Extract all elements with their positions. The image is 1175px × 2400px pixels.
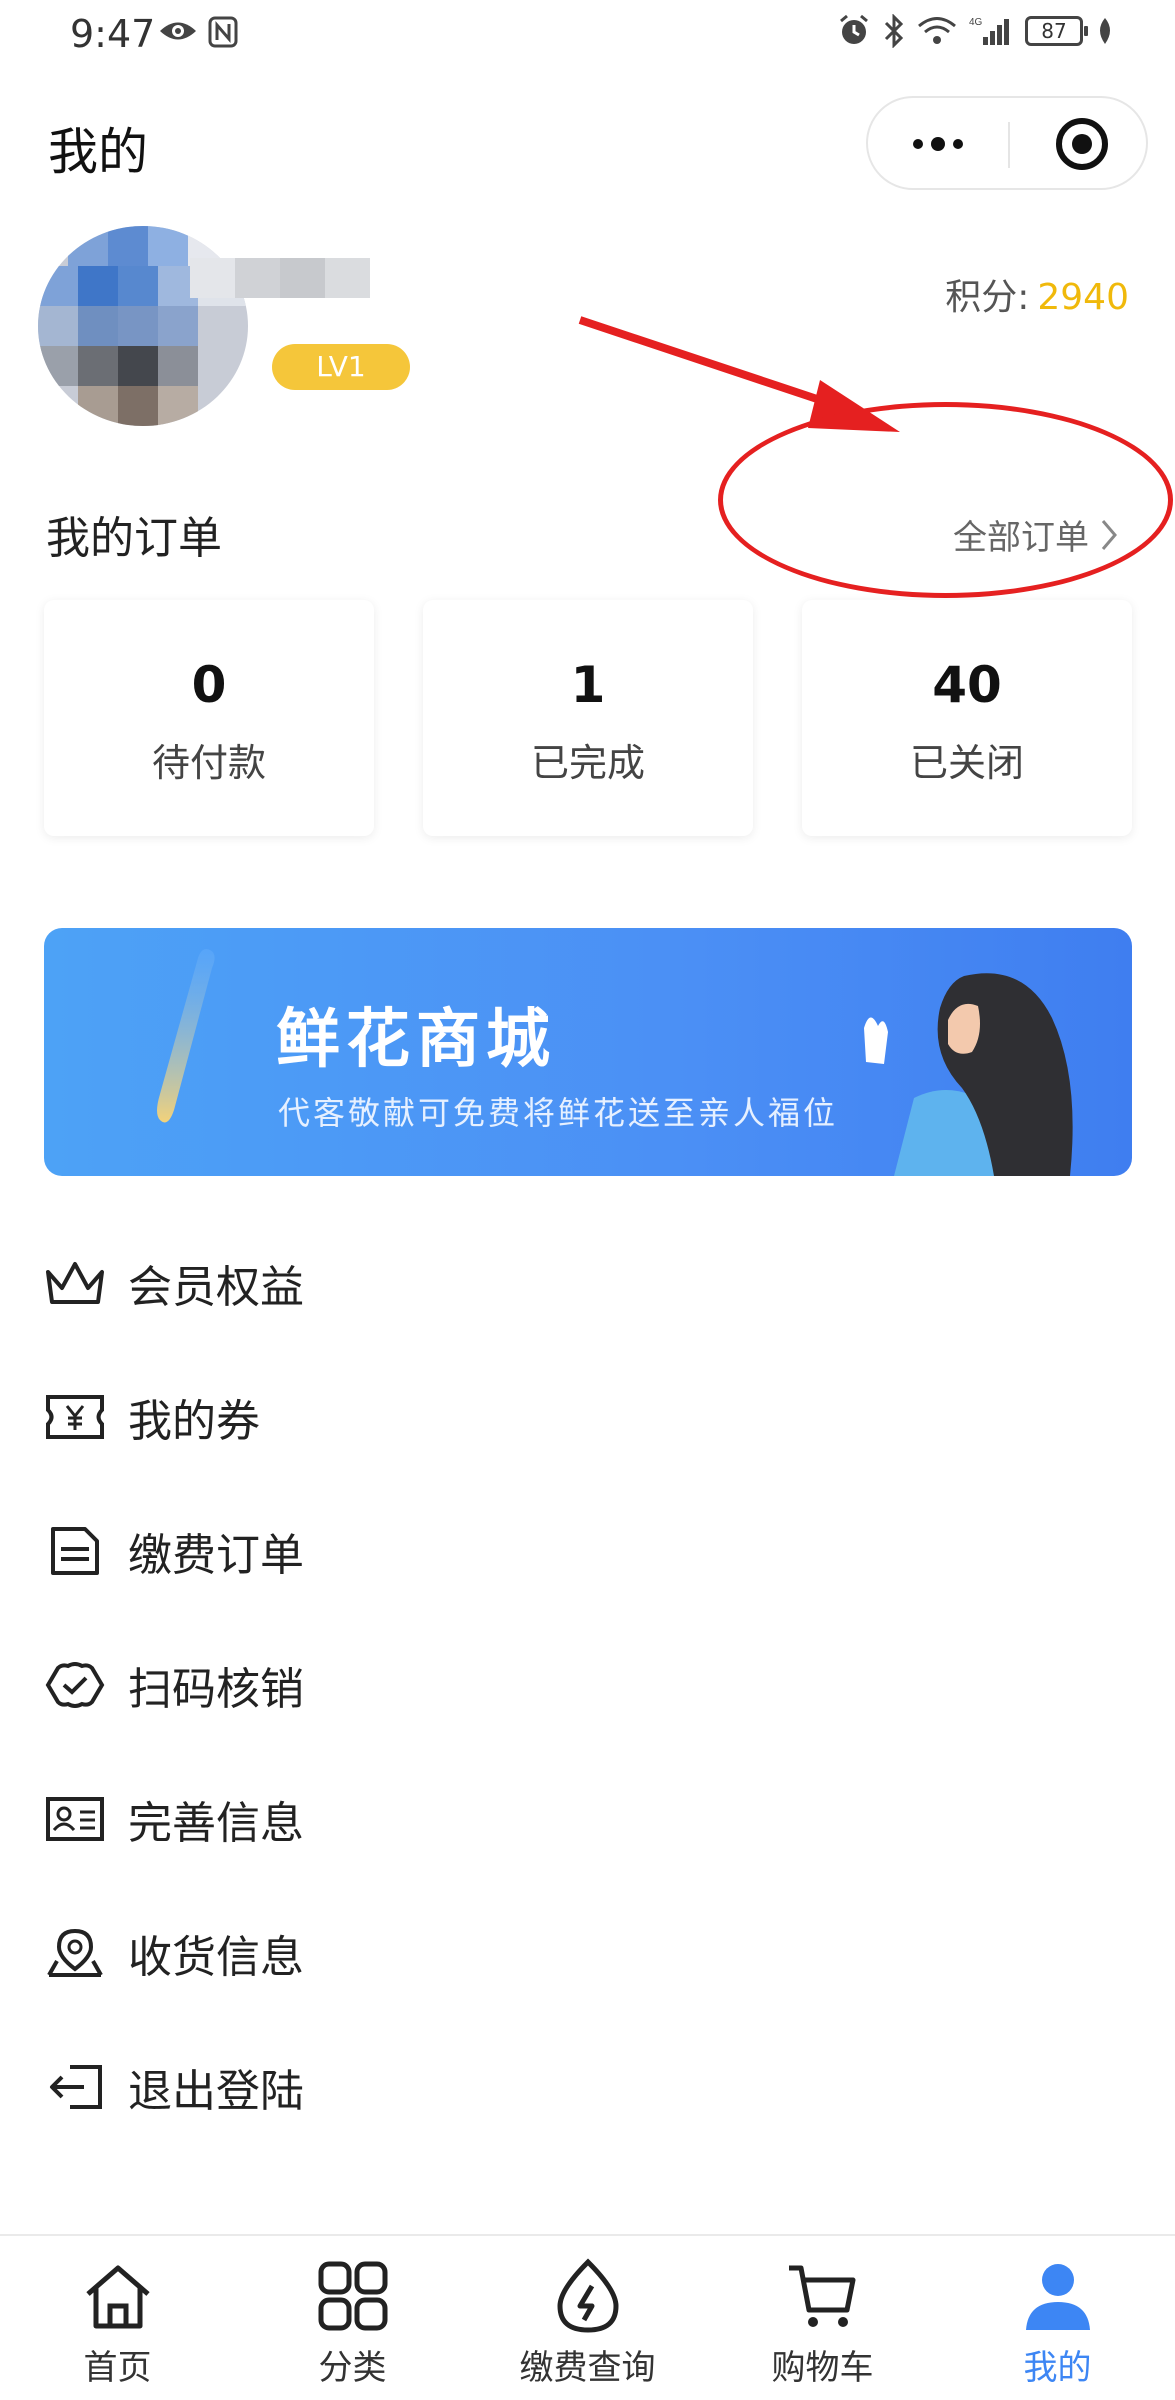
lightning-drop-icon [556,2258,619,2333]
battery-indicator: 87 [1025,16,1088,46]
order-count: 40 [932,656,1002,714]
woman-illustration [864,973,1073,1176]
annotation-circle [718,402,1173,598]
tab-category[interactable]: 分类 [235,2256,470,2396]
alarm-icon [840,14,868,44]
points-label: 积分: [945,277,1030,318]
miniprogram-capsule [866,96,1148,190]
status-left-icons [158,16,238,48]
menu-item-logout[interactable]: 退出登陆 [44,2032,1134,2142]
tab-cart[interactable]: 购物车 [705,2256,940,2396]
nfc-icon [208,16,238,48]
menu-label: 退出登陆 [128,2066,304,2117]
order-count: 1 [570,656,606,714]
grid-icon [318,2261,387,2331]
crown-icon [44,1252,106,1314]
target-icon[interactable] [1052,114,1112,174]
id-card-icon [44,1788,106,1850]
user-icon [1025,2264,1090,2330]
level-badge: LV1 [272,344,410,390]
tab-label: 首页 [83,2348,152,2388]
document-icon [44,1520,106,1582]
banner-subtitle: 代客敬献可免费将鲜花送至亲人福位 [278,1094,839,1132]
logout-icon [44,2056,106,2118]
more-dots-icon[interactable] [908,116,968,172]
tab-mine[interactable]: 我的 [940,2256,1175,2396]
menu-item-coupons[interactable]: 我的券 [44,1362,1134,1472]
tab-label: 我的 [1023,2348,1092,2388]
menu-item-complete-info[interactable]: 完善信息 [44,1764,1134,1874]
menu-item-shipping-info[interactable]: 收货信息 [44,1898,1134,2008]
menu-label: 会员权益 [128,1262,304,1313]
order-label: 已完成 [530,741,645,785]
status-bar: 9:47 4G 87 [0,0,1175,70]
order-card-pending[interactable]: 0 待付款 [44,600,374,836]
username-blurred [190,258,370,298]
location-icon [44,1922,106,1984]
tab-label: 分类 [318,2348,387,2388]
eye-icon [160,22,196,40]
leaf-icon [1100,18,1110,44]
order-card-completed[interactable]: 1 已完成 [423,600,753,836]
svg-text:4G: 4G [969,17,983,28]
flower-mall-banner[interactable]: 鲜花商城 代客敬献可免费将鲜花送至亲人福位 [44,928,1132,1176]
menu-label: 我的券 [128,1396,260,1447]
menu-item-membership[interactable]: 会员权益 [44,1228,1134,1338]
cart-icon [788,2265,855,2327]
scan-verify-icon [44,1654,106,1716]
wifi-icon [918,17,956,44]
menu-item-payment-orders[interactable]: 缴费订单 [44,1496,1134,1606]
bottom-tab-bar: 首页 分类 缴费查询 购物车 我的 [0,2234,1175,2400]
status-right-icons: 4G 87 [837,14,1115,48]
order-label: 已关闭 [909,741,1024,785]
tab-home[interactable]: 首页 [0,2256,235,2396]
page-title: 我的 [48,123,148,181]
bluetooth-icon [884,14,904,48]
menu-label: 缴费订单 [128,1530,304,1581]
menu-item-scan-verify[interactable]: 扫码核销 [44,1630,1134,1740]
menu-label: 扫码核销 [128,1664,304,1715]
order-status-cards: 0 待付款 1 已完成 40 已关闭 [44,600,1132,836]
points-value: 2940 [1037,277,1129,318]
order-label: 待付款 [151,741,266,785]
points-display: 积分: 2940 [945,268,1129,320]
coupon-icon [44,1386,106,1448]
banner-title: 鲜花商城 [276,1003,556,1077]
menu-label: 完善信息 [128,1798,304,1849]
meteor-decoration [157,949,215,1123]
order-count: 0 [191,656,227,714]
tab-label: 购物车 [771,2348,874,2388]
menu-label: 收货信息 [128,1932,304,1983]
home-icon [85,2265,150,2329]
status-time: 9:47 [70,12,156,56]
order-card-closed[interactable]: 40 已关闭 [802,600,1132,836]
capsule-divider [1008,122,1010,168]
tab-label: 缴费查询 [519,2348,656,2388]
orders-title: 我的订单 [46,513,222,564]
avatar[interactable] [38,226,248,426]
signal-icon: 4G [969,17,1009,45]
tab-payment-query[interactable]: 缴费查询 [470,2256,705,2396]
